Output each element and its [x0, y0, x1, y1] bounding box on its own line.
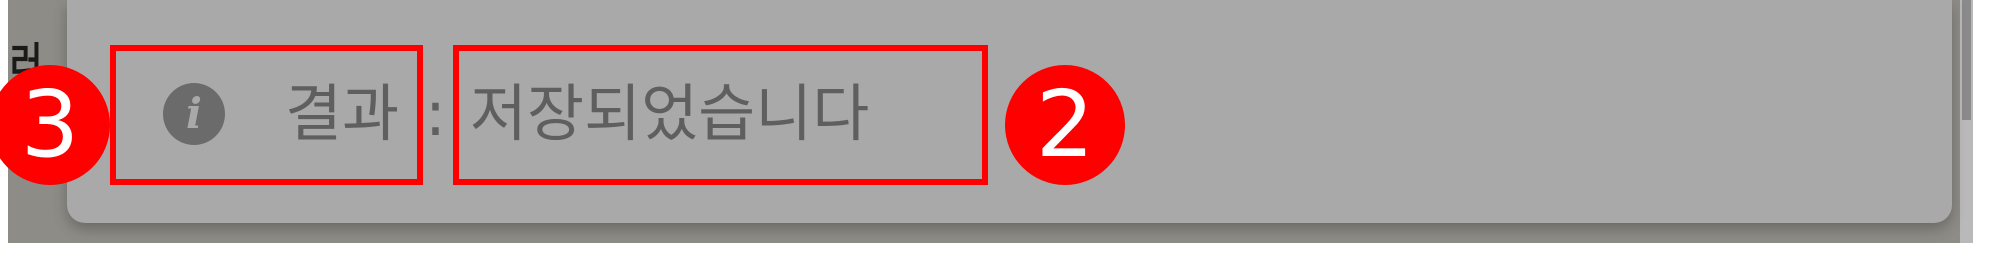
annotation-badge-2: 2 [1005, 65, 1125, 185]
toast-separator: : [425, 77, 446, 150]
annotation-box-label [110, 45, 423, 185]
annotation-box-message [453, 45, 988, 185]
scrollbar-thumb[interactable] [1962, 0, 1971, 120]
